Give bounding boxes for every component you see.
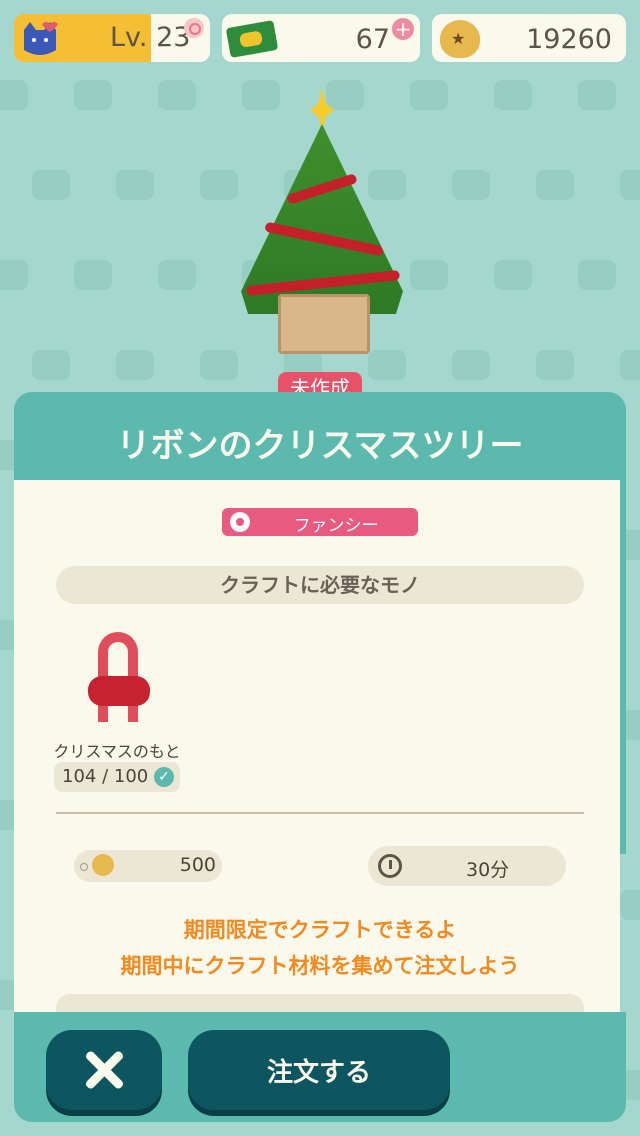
material-count-text: 104 / 100 xyxy=(62,766,149,787)
pattern-tile xyxy=(620,170,640,200)
material-count: 104 / 100 ✓ xyxy=(54,762,180,792)
pattern-tile xyxy=(200,170,238,200)
pattern-tile xyxy=(410,260,448,290)
pattern-tile xyxy=(410,80,448,110)
level-indicator[interactable]: Lv. 23 xyxy=(14,14,210,62)
bells-count: 19260 xyxy=(526,24,612,55)
category-label: ファンシー xyxy=(293,516,379,536)
item-title: リボンのクリスマスツリー xyxy=(116,426,524,466)
check-icon: ✓ xyxy=(154,767,174,787)
pattern-tile xyxy=(578,80,616,110)
pattern-tile xyxy=(74,80,112,110)
pattern-tile xyxy=(452,350,490,380)
pattern-tile xyxy=(578,260,616,290)
ticket-count: 67 xyxy=(355,24,390,55)
candy-cane-bow xyxy=(88,676,150,706)
pattern-tile xyxy=(116,170,154,200)
flower-icon xyxy=(230,512,250,532)
leaf-ticket-icon xyxy=(225,20,279,58)
pattern-tile xyxy=(620,350,640,380)
pattern-tile xyxy=(0,260,28,290)
order-button[interactable]: 注文する xyxy=(188,1030,450,1110)
pattern-tile xyxy=(32,170,70,200)
order-button-label: 注文する xyxy=(266,1058,371,1088)
scrollbar-track[interactable] xyxy=(620,480,626,854)
pattern-tile xyxy=(116,350,154,380)
ticket-counter[interactable]: 67 + xyxy=(222,14,420,62)
bell-cost: 500 xyxy=(74,850,222,882)
pattern-tile xyxy=(494,80,532,110)
bell-bag-icon xyxy=(440,20,480,58)
material-name: クリスマスのもと xyxy=(53,742,181,761)
notice-line-2: 期間中にクラフト材料を集めて注文しよう xyxy=(120,954,520,978)
pattern-tile xyxy=(158,260,196,290)
craft-time-value: 30分 xyxy=(466,859,510,881)
next-section-bar xyxy=(56,994,584,1014)
level-label: Lv. 23 xyxy=(110,22,191,53)
pattern-tile xyxy=(494,260,532,290)
level-info-icon[interactable] xyxy=(184,18,204,38)
bullet-icon xyxy=(80,863,88,871)
bells-counter: 19260 xyxy=(432,14,626,62)
christmas-tree-image xyxy=(234,88,410,360)
timer-icon xyxy=(378,854,402,878)
section-title: クラフトに必要なモノ xyxy=(56,566,584,604)
close-button[interactable] xyxy=(46,1030,162,1110)
pattern-tile xyxy=(0,80,28,110)
pattern-tile xyxy=(32,350,70,380)
bell-cost-value: 500 xyxy=(179,854,216,876)
category-badge: ファンシー xyxy=(222,508,418,536)
craft-time: 30分 xyxy=(368,846,566,886)
add-ticket-icon[interactable]: + xyxy=(392,18,414,40)
pattern-tile xyxy=(74,260,112,290)
cat-icon xyxy=(24,22,58,55)
divider xyxy=(56,812,584,814)
tree-pot xyxy=(278,294,370,354)
close-icon xyxy=(84,1050,124,1090)
pattern-tile xyxy=(536,170,574,200)
candy-cane-icon[interactable] xyxy=(84,632,154,722)
bell-bag-icon xyxy=(92,854,114,876)
pattern-tile xyxy=(158,80,196,110)
pattern-tile xyxy=(452,170,490,200)
notice-line-1: 期間限定でクラフトできるよ xyxy=(183,918,457,942)
pattern-tile xyxy=(536,350,574,380)
pattern-tile xyxy=(200,350,238,380)
